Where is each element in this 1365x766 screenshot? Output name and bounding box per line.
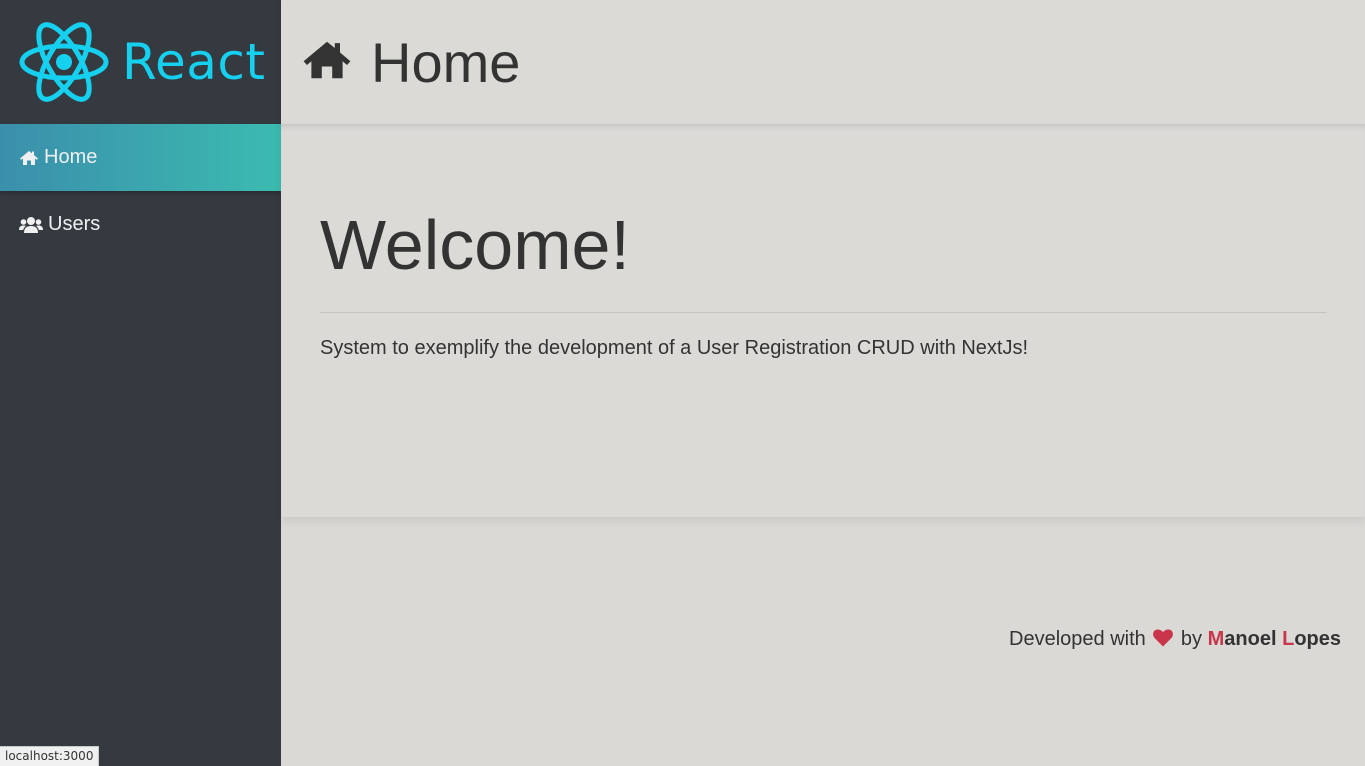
react-atom-icon xyxy=(19,22,109,102)
sidebar-item-home[interactable]: Home xyxy=(0,124,281,191)
home-icon xyxy=(301,38,353,87)
page-title: Home xyxy=(371,30,521,94)
main-content: Welcome! System to exemplify the develop… xyxy=(281,124,1365,517)
welcome-heading: Welcome! xyxy=(320,206,630,284)
author-last-initial: L xyxy=(1282,628,1295,650)
sidebar-nav: Home Users xyxy=(0,124,281,258)
author-first-rest: anoel xyxy=(1224,628,1277,650)
sidebar-item-label: Home xyxy=(44,146,98,168)
author-last-rest: opes xyxy=(1294,628,1341,650)
footer: Developed with by Manoel Lopes xyxy=(1009,628,1341,653)
logo-text: React xyxy=(122,33,266,91)
sidebar: React Home Users xyxy=(0,0,281,766)
divider xyxy=(320,312,1327,313)
status-bar-url: localhost:3000 xyxy=(0,746,100,766)
users-icon xyxy=(19,216,43,234)
logo[interactable]: React xyxy=(0,0,281,124)
sidebar-item-label: Users xyxy=(48,213,101,235)
footer-by: by xyxy=(1180,628,1203,650)
author-name[interactable]: Manoel Lopes xyxy=(1208,628,1341,650)
description: System to exemplify the development of a… xyxy=(320,337,1029,359)
page-header: Home xyxy=(281,0,1365,124)
author-first-initial: M xyxy=(1207,628,1225,650)
heart-icon xyxy=(1153,629,1174,653)
home-icon xyxy=(19,150,39,166)
sidebar-item-users[interactable]: Users xyxy=(0,191,281,258)
footer-prefix: Developed with xyxy=(1009,628,1146,650)
